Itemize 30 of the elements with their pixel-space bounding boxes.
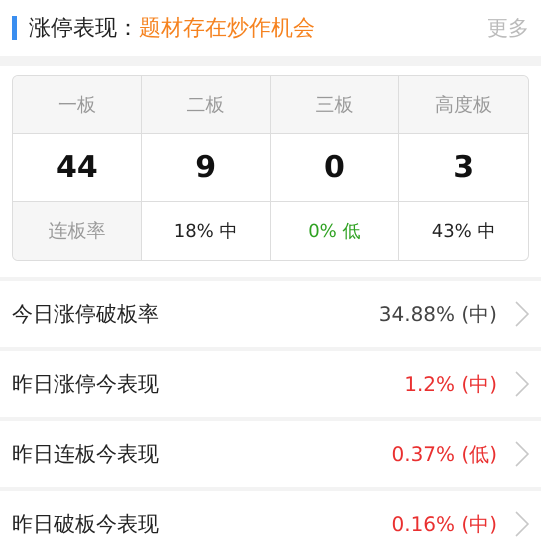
item-label: 昨日连板今表现: [12, 441, 159, 468]
chevron-icon: [515, 511, 529, 537]
accent-bar: [12, 16, 17, 40]
item-value: 0.16% (中): [392, 510, 497, 538]
list-item[interactable]: 今日涨停破板率 34.88% (中): [0, 281, 541, 351]
item-value: 34.88% (中): [378, 300, 497, 328]
item-label: 今日涨停破板率: [12, 301, 159, 328]
chevron-icon: [515, 441, 529, 467]
column-header: 一板: [13, 76, 142, 134]
rate-cell: 18% 中: [142, 202, 270, 260]
column-header: 二板: [142, 76, 270, 134]
chevron-icon: [515, 371, 529, 397]
section-title: 涨停表现：: [29, 15, 139, 43]
column-header: 高度板: [399, 76, 528, 134]
count-cell: 3: [399, 134, 528, 202]
highlight-text: 题材存在炒作机会: [139, 15, 315, 43]
item-label: 昨日涨停今表现: [12, 371, 159, 398]
count-cell: 9: [142, 134, 270, 202]
count-cell: 0: [270, 134, 400, 202]
list-item[interactable]: 昨日涨停今表现 1.2% (中): [0, 351, 541, 421]
item-label: 昨日破板今表现: [12, 511, 159, 538]
item-value: 0.37% (低): [392, 440, 497, 468]
row-header: 连板率: [13, 202, 142, 260]
list-item[interactable]: 昨日破板今表现 0.16% (中): [0, 491, 541, 554]
chevron-icon: [515, 301, 529, 327]
list-item[interactable]: 昨日连板今表现 0.37% (低): [0, 421, 541, 491]
rate-cell: 0% 低: [270, 202, 400, 260]
item-value: 1.2% (中): [404, 370, 497, 398]
rate-cell-text: 43% 中: [430, 220, 496, 244]
column-header: 三板: [270, 76, 400, 134]
